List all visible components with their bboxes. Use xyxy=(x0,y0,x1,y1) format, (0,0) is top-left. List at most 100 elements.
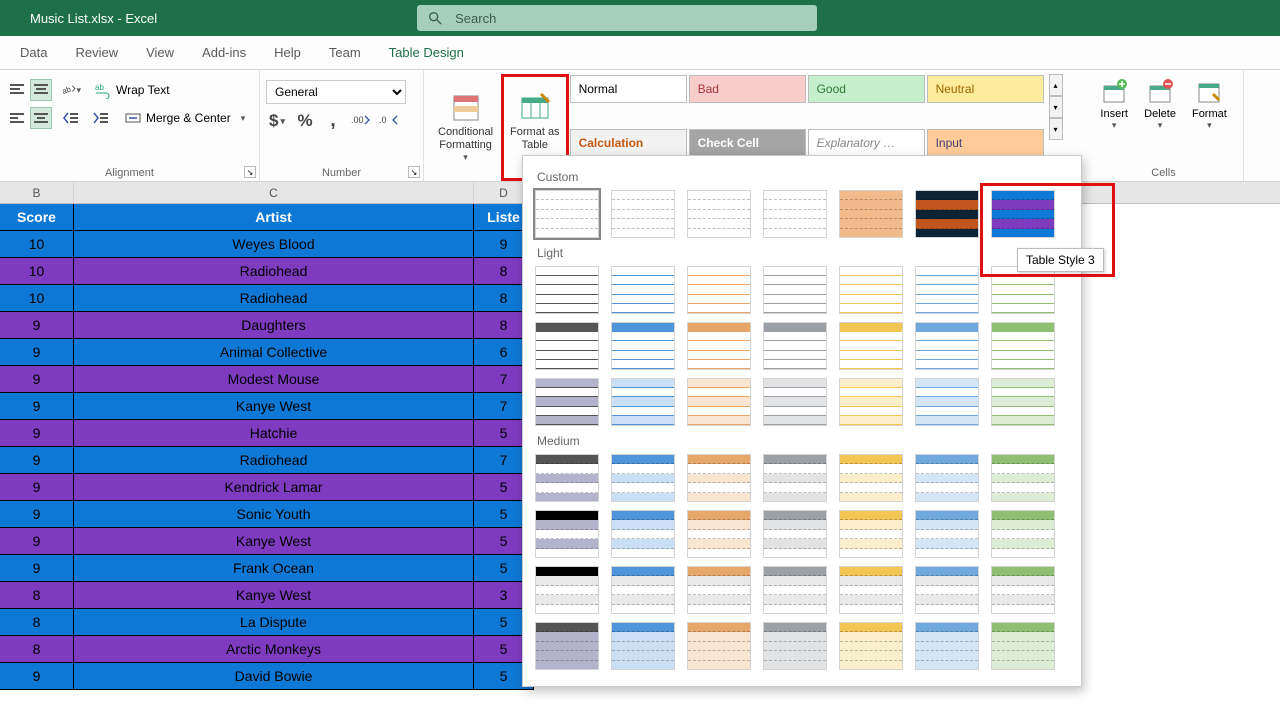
light-style-14[interactable] xyxy=(991,322,1055,370)
style-good[interactable]: Good xyxy=(808,75,925,103)
cell[interactable]: Animal Collective xyxy=(74,339,474,366)
tab-table-design[interactable]: Table Design xyxy=(375,36,478,69)
cell[interactable]: Arctic Monkeys xyxy=(74,636,474,663)
style-neutral[interactable]: Neutral xyxy=(927,75,1044,103)
cell[interactable]: David Bowie xyxy=(74,663,474,690)
cell[interactable]: 10 xyxy=(0,231,74,258)
number-format-select[interactable]: General xyxy=(266,80,406,104)
medium-style-28[interactable] xyxy=(991,622,1055,670)
wrap-text[interactable]: abWrap Text xyxy=(90,78,174,102)
light-style-15[interactable] xyxy=(535,378,599,426)
search-box[interactable]: Search xyxy=(417,5,817,31)
custom-style-3[interactable] xyxy=(687,190,751,238)
light-style-6[interactable] xyxy=(915,266,979,314)
light-style-16[interactable] xyxy=(611,378,675,426)
insert-cells[interactable]: Insert▾ xyxy=(1092,74,1136,181)
merge-center[interactable]: Merge & Center▾ xyxy=(120,106,249,130)
light-style-18[interactable] xyxy=(763,378,827,426)
custom-style-6[interactable] xyxy=(915,190,979,238)
custom-style-4[interactable] xyxy=(763,190,827,238)
light-style-5[interactable] xyxy=(839,266,903,314)
light-style-8[interactable] xyxy=(535,322,599,370)
style-check-cell[interactable]: Check Cell xyxy=(689,129,806,157)
medium-style-18[interactable] xyxy=(763,566,827,614)
cell[interactable]: 9 xyxy=(0,339,74,366)
medium-style-8[interactable] xyxy=(535,510,599,558)
align-middle[interactable] xyxy=(30,79,52,101)
styles-more[interactable]: ▾ xyxy=(1049,118,1063,140)
cell[interactable]: 8 xyxy=(0,582,74,609)
medium-style-12[interactable] xyxy=(839,510,903,558)
medium-style-2[interactable] xyxy=(611,454,675,502)
cell[interactable]: 10 xyxy=(0,258,74,285)
medium-style-5[interactable] xyxy=(839,454,903,502)
light-style-19[interactable] xyxy=(839,378,903,426)
light-style-2[interactable] xyxy=(611,266,675,314)
tab-add-ins[interactable]: Add-ins xyxy=(188,36,260,69)
cell[interactable]: Kanye West xyxy=(74,528,474,555)
indent-decrease[interactable] xyxy=(60,107,82,129)
medium-style-20[interactable] xyxy=(915,566,979,614)
medium-style-22[interactable] xyxy=(535,622,599,670)
decrease-decimal[interactable]: .0 xyxy=(378,110,400,132)
cell[interactable]: La Dispute xyxy=(74,609,474,636)
styles-scroll-down[interactable]: ▾ xyxy=(1049,96,1063,118)
align-top[interactable] xyxy=(6,79,28,101)
medium-style-15[interactable] xyxy=(535,566,599,614)
custom-style-2[interactable] xyxy=(611,190,675,238)
tab-team[interactable]: Team xyxy=(315,36,375,69)
col-header-B[interactable]: B xyxy=(0,182,74,203)
medium-style-11[interactable] xyxy=(763,510,827,558)
tab-data[interactable]: Data xyxy=(6,36,61,69)
conditional-formatting[interactable]: Conditional Formatting▾ xyxy=(430,74,501,181)
cell[interactable]: 8 xyxy=(0,636,74,663)
styles-scroll-up[interactable]: ▴ xyxy=(1049,74,1063,96)
light-style-13[interactable] xyxy=(915,322,979,370)
style-normal[interactable]: Normal xyxy=(570,75,687,103)
cell[interactable]: 8 xyxy=(0,609,74,636)
medium-style-6[interactable] xyxy=(915,454,979,502)
align-center[interactable] xyxy=(30,107,52,129)
cell[interactable]: Frank Ocean xyxy=(74,555,474,582)
medium-style-10[interactable] xyxy=(687,510,751,558)
medium-style-17[interactable] xyxy=(687,566,751,614)
light-style-9[interactable] xyxy=(611,322,675,370)
cell[interactable]: 9 xyxy=(0,663,74,690)
header-artist[interactable]: Artist xyxy=(74,204,474,231)
header-score[interactable]: Score xyxy=(0,204,74,231)
light-style-21[interactable] xyxy=(991,378,1055,426)
indent-increase[interactable] xyxy=(90,107,112,129)
light-style-20[interactable] xyxy=(915,378,979,426)
tab-view[interactable]: View xyxy=(132,36,188,69)
light-style-3[interactable] xyxy=(687,266,751,314)
comma-button[interactable]: , xyxy=(322,110,344,132)
cell[interactable]: 9 xyxy=(0,393,74,420)
light-style-11[interactable] xyxy=(763,322,827,370)
increase-decimal[interactable]: .00 xyxy=(350,110,372,132)
medium-style-14[interactable] xyxy=(991,510,1055,558)
medium-style-1[interactable] xyxy=(535,454,599,502)
tab-help[interactable]: Help xyxy=(260,36,315,69)
style-explanatory[interactable]: Explanatory … xyxy=(808,129,925,157)
cell[interactable]: 9 xyxy=(0,420,74,447)
cell[interactable]: 9 xyxy=(0,501,74,528)
alignment-dialog-launcher[interactable]: ↘ xyxy=(244,166,256,178)
medium-style-9[interactable] xyxy=(611,510,675,558)
tab-review[interactable]: Review xyxy=(61,36,132,69)
cell[interactable]: 9 xyxy=(0,447,74,474)
medium-style-24[interactable] xyxy=(687,622,751,670)
cell[interactable]: 9 xyxy=(0,528,74,555)
cell[interactable]: Kanye West xyxy=(74,393,474,420)
medium-style-19[interactable] xyxy=(839,566,903,614)
cell[interactable]: Kanye West xyxy=(74,582,474,609)
cell[interactable]: Weyes Blood xyxy=(74,231,474,258)
medium-style-25[interactable] xyxy=(763,622,827,670)
cell[interactable]: Modest Mouse xyxy=(74,366,474,393)
align-left[interactable] xyxy=(6,107,28,129)
delete-cells[interactable]: Delete▾ xyxy=(1136,74,1184,181)
medium-style-23[interactable] xyxy=(611,622,675,670)
orientation[interactable]: ab▾ xyxy=(60,79,82,101)
cell[interactable]: Radiohead xyxy=(74,258,474,285)
cell[interactable]: Hatchie xyxy=(74,420,474,447)
medium-style-21[interactable] xyxy=(991,566,1055,614)
